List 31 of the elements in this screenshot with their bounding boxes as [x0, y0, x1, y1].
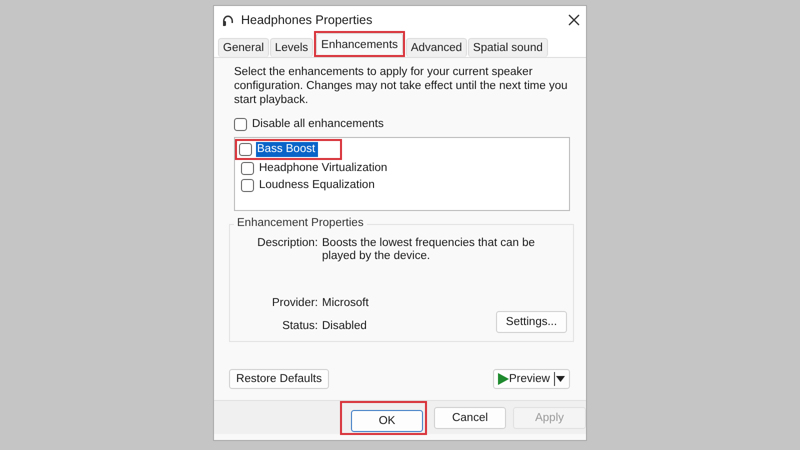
checkbox-label[interactable]: Headphone Virtualization	[258, 161, 390, 176]
checkbox[interactable]	[241, 179, 254, 192]
headphones-icon	[222, 13, 234, 27]
caret-icon	[556, 376, 565, 382]
checkbox[interactable]	[239, 143, 252, 156]
tab[interactable]: Enhancements	[316, 33, 403, 55]
checkbox-label[interactable]: Bass Boost	[256, 142, 318, 157]
provider-value: Microsoft	[322, 297, 370, 310]
description-text: Boosts the lowest frequencies that can be played by the device.	[322, 237, 536, 263]
settings-button[interactable]: Settings...	[496, 311, 567, 333]
checkbox-label[interactable]: Loudness Equalization	[258, 178, 378, 193]
play-icon	[498, 373, 509, 385]
description-label: Description:	[256, 237, 318, 250]
dialog-button[interactable]: Cancel	[434, 406, 506, 428]
preview-button[interactable]: Preview	[493, 369, 570, 389]
restore-defaults-button[interactable]: Restore Defaults	[229, 369, 329, 389]
group-title: Enhancement Properties	[234, 217, 367, 229]
tab[interactable]: Levels	[270, 38, 314, 57]
tab[interactable]: Spatial sound	[468, 38, 548, 57]
checkbox-label[interactable]: Disable all enhancements	[251, 117, 387, 132]
checkbox[interactable]	[234, 118, 247, 131]
tab[interactable]: Advanced	[406, 38, 468, 57]
checkbox[interactable]	[241, 162, 254, 175]
provider-label: Provider:	[270, 297, 318, 310]
status-label: Status:	[281, 320, 318, 332]
dialog-button[interactable]: OK	[351, 410, 423, 432]
close-icon[interactable]	[568, 14, 580, 26]
tab[interactable]: General	[218, 38, 269, 57]
window-title: Headphones Properties	[241, 13, 374, 27]
status-value: Disabled	[322, 320, 367, 332]
instruction-text: Select the enhancements to apply for your current speaker configuration. Changes may not take effect until the next time you start playback.	[234, 65, 568, 107]
